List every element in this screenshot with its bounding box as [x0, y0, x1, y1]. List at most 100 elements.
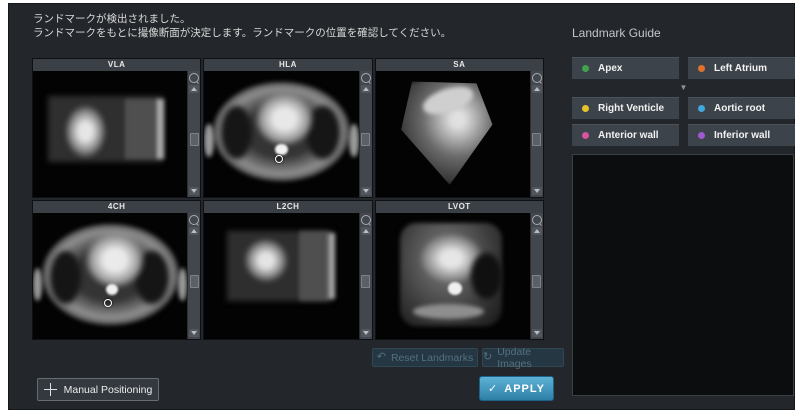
scroll-down-button[interactable]	[361, 329, 371, 337]
slice-scrollbar-lvot[interactable]	[530, 213, 543, 339]
zoom-icon[interactable]	[532, 73, 542, 83]
scroll-up-button[interactable]	[532, 227, 542, 235]
mri-texture	[448, 282, 462, 295]
legend-item-aortic-root[interactable]: Aortic root	[688, 97, 795, 119]
zoom-icon[interactable]	[361, 215, 371, 225]
scroll-up-button[interactable]	[361, 227, 371, 235]
mri-image-vla[interactable]	[33, 71, 187, 197]
mri-image-hla[interactable]	[204, 71, 358, 197]
mri-image-l2ch[interactable]	[204, 213, 358, 339]
landmark-guide-title: Landmark Guide	[572, 26, 661, 40]
chevron-up-icon	[191, 229, 197, 233]
detection-message-line1: ランドマークが検出されました。	[33, 12, 451, 26]
mri-texture	[275, 144, 287, 155]
landmark-dialog: ランドマークが検出されました。 ランドマークをもとに撮像断面が決定します。ランド…	[8, 3, 795, 410]
viewer-body-4ch	[33, 213, 200, 339]
viewer-cell-vla: VLA	[32, 58, 201, 198]
chevron-up-icon	[363, 229, 369, 233]
update-images-button[interactable]: ↻ Update Images	[482, 348, 564, 367]
chevron-down-icon	[363, 189, 369, 193]
zoom-icon[interactable]	[532, 215, 542, 225]
chevron-down-icon	[534, 331, 540, 335]
legend-item-anterior-wall[interactable]: Anterior wall	[572, 124, 679, 146]
anterior-wall-color-dot	[582, 132, 589, 139]
legend-label: Anterior wall	[598, 130, 659, 141]
manual-positioning-button[interactable]: Manual Positioning	[37, 378, 159, 401]
guide-arrow-icon: ▼	[572, 84, 795, 92]
viewer-cell-hla: HLA	[203, 58, 372, 198]
mri-texture	[126, 99, 157, 159]
scrollbar-thumb[interactable]	[361, 275, 370, 288]
apply-label: APPLY	[504, 383, 545, 395]
viewer-body-sa	[376, 71, 543, 197]
mri-image-4ch[interactable]	[33, 213, 187, 339]
scroll-down-button[interactable]	[189, 187, 199, 195]
update-images-label: Update Images	[497, 346, 563, 370]
mri-image-lvot[interactable]	[376, 213, 530, 339]
mri-texture	[33, 268, 42, 301]
left-atrium-color-dot	[698, 65, 705, 72]
slice-scrollbar-4ch[interactable]	[187, 213, 200, 339]
mri-texture	[328, 233, 336, 299]
chevron-down-icon	[363, 331, 369, 335]
legend-item-inferior-wall[interactable]: Inferior wall	[688, 124, 795, 146]
apex-color-dot	[582, 65, 589, 72]
zoom-icon[interactable]	[189, 73, 199, 83]
slice-scrollbar-l2ch[interactable]	[359, 213, 372, 339]
undo-icon: ↶	[377, 352, 386, 363]
chevron-up-icon	[534, 87, 540, 91]
scroll-up-button[interactable]	[532, 85, 542, 93]
viewer-body-vla	[33, 71, 200, 197]
scroll-down-button[interactable]	[532, 187, 542, 195]
viewer-body-hla	[204, 71, 371, 197]
scrollbar-thumb[interactable]	[532, 275, 541, 288]
mri-image-sa[interactable]	[376, 71, 530, 197]
reset-landmarks-label: Reset Landmarks	[391, 352, 473, 364]
scrollbar-thumb[interactable]	[190, 275, 199, 288]
scroll-down-button[interactable]	[532, 329, 542, 337]
viewer-cell-4ch: 4CH	[32, 200, 201, 340]
slice-scrollbar-hla[interactable]	[359, 71, 372, 197]
landmark-legend: Apex Left Atrium ▼ Right Venticle Aortic…	[572, 57, 795, 146]
mri-texture	[300, 231, 328, 302]
viewer-title-4ch: 4CH	[33, 201, 200, 213]
mri-texture	[50, 251, 81, 304]
legend-label: Left Atrium	[714, 63, 767, 74]
zoom-icon[interactable]	[189, 215, 199, 225]
scrollbar-thumb[interactable]	[361, 133, 370, 146]
chevron-down-icon	[191, 331, 197, 335]
scroll-up-button[interactable]	[189, 227, 199, 235]
chevron-down-icon	[191, 189, 197, 193]
legend-label: Aortic root	[714, 103, 765, 114]
viewer-title-sa: SA	[376, 59, 543, 71]
scroll-down-button[interactable]	[361, 187, 371, 195]
checkmark-icon: ✓	[488, 382, 498, 395]
legend-item-left-atrium[interactable]: Left Atrium	[688, 57, 795, 79]
crosshair-icon	[44, 383, 57, 396]
legend-label: Apex	[598, 63, 622, 74]
slice-scrollbar-vla[interactable]	[187, 71, 200, 197]
inferior-wall-color-dot	[698, 132, 705, 139]
landmark-marker[interactable]	[104, 299, 112, 307]
viewer-title-hla: HLA	[204, 59, 371, 71]
viewer-title-l2ch: L2CH	[204, 201, 371, 213]
reset-landmarks-button[interactable]: ↶ Reset Landmarks	[372, 348, 478, 367]
legend-item-right-venticle[interactable]: Right Venticle	[572, 97, 679, 119]
scroll-up-button[interactable]	[361, 85, 371, 93]
mri-texture	[413, 304, 484, 319]
refresh-icon: ↻	[483, 352, 492, 363]
scroll-up-button[interactable]	[189, 85, 199, 93]
right-venticle-color-dot	[582, 105, 589, 112]
apply-button[interactable]: ✓ APPLY	[479, 376, 554, 401]
scrollbar-thumb[interactable]	[190, 133, 199, 146]
manual-positioning-label: Manual Positioning	[64, 384, 153, 396]
mri-texture	[106, 284, 118, 295]
legend-item-apex[interactable]: Apex	[572, 57, 679, 79]
slice-scrollbar-sa[interactable]	[530, 71, 543, 197]
zoom-icon[interactable]	[361, 73, 371, 83]
viewer-cell-sa: SA	[375, 58, 544, 198]
scroll-down-button[interactable]	[189, 329, 199, 337]
mri-texture	[349, 124, 358, 157]
detection-message-line2: ランドマークをもとに撮像断面が決定します。ランドマークの位置を確認してください。	[33, 26, 451, 40]
scrollbar-thumb[interactable]	[532, 133, 541, 146]
